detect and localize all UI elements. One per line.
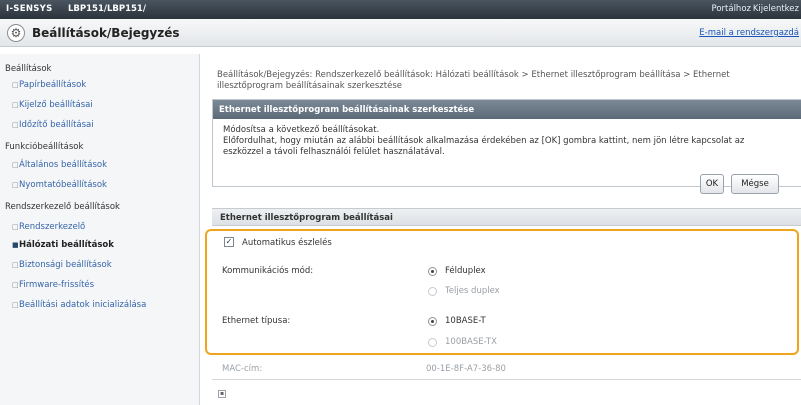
half-duplex-radio[interactable] [428,267,437,276]
logout-link[interactable]: Kijelentkez [753,4,799,14]
10base-t-radio[interactable] [428,317,437,326]
100base-tx-label: 100BASE-TX [445,337,497,347]
sidebar-item-paper[interactable]: □Papírbeállítások [12,80,86,90]
bullet-icon: □ [12,81,19,89]
sidebar-item-label: Hálózati beállítások [19,240,114,250]
comm-mode-label: Kommunikációs mód: [222,266,314,276]
ok-button[interactable]: OK [700,174,724,194]
sidebar-item-label: Papírbeállítások [19,80,87,90]
page-title: Beállítások/Bejegyzés [32,26,180,40]
sidebar-item-security[interactable]: □Biztonsági beállítások [12,260,112,270]
top-bar: I-SENSYS LBP151/LBP151/ Portálhoz Kijele… [0,0,801,19]
auto-detect-label: Automatikus észlelés [242,238,332,248]
sidebar-item-label: Nyomtatóbeállítások [19,180,107,190]
sidebar-item-firmware[interactable]: □Firmware-frissítés [12,280,94,290]
sidebar-item-label: Beállítási adatok inicializálása [19,300,147,310]
full-duplex-label: Teljes duplex [445,286,500,296]
sidebar: Beállítások □Papírbeállítások □Kijelző b… [0,54,200,405]
half-duplex-label: Félduplex [445,266,486,276]
bullet-icon: □ [12,223,19,231]
auto-detect-checkbox[interactable]: ✓ [224,237,234,247]
bullet-active-icon: ■ [12,241,19,249]
instruction-text: Módosítsa a következő beállításokat. [223,125,380,135]
breadcrumb: Beállítások/Bejegyzés: Rendszerkezelő be… [217,70,787,92]
sidebar-item-display[interactable]: □Kijelző beállításai [12,100,93,110]
bullet-icon: □ [12,181,19,189]
full-duplex-radio[interactable] [428,287,437,296]
sidebar-item-printer[interactable]: □Nyomtatóbeállítások [12,180,107,190]
warning-text: eszközzel a távoli felhasználói felület … [223,147,445,157]
eth-type-label: Ethernet típusa: [222,316,291,326]
edit-panel-title: Ethernet illesztőprogram beállításainak … [213,100,801,119]
sidebar-item-label: Kijelző beállításai [19,100,93,110]
sidebar-section-settings: Beállítások [5,64,52,74]
mac-value: 00-1E-8F-A7-36-80 [426,364,506,374]
breadcrumb-line: illesztőprogram beállításainak szerkeszt… [217,81,402,91]
printer-model: LBP151/LBP151/ [68,4,146,14]
sidebar-item-general[interactable]: □Általános beállítások [12,160,107,170]
sidebar-section-admin: Rendszerkezelő beállítások [5,202,120,212]
bullet-icon: □ [12,101,19,109]
10base-t-label: 10BASE-T [445,316,486,326]
sidebar-item-timer[interactable]: □Időzítő beállításai [12,120,94,130]
bullet-icon: □ [12,121,19,129]
cancel-button[interactable]: Mégse [731,174,779,194]
sidebar-item-label: Általános beállítások [19,160,108,170]
bullet-icon: □ [12,161,19,169]
100base-tx-radio[interactable] [428,338,437,347]
brand-logo: I-SENSYS [6,4,53,14]
mac-label: MAC-cím: [222,364,263,374]
page-top-icon[interactable]: ▪ [218,390,226,398]
bullet-icon: □ [12,301,19,309]
sidebar-item-network[interactable]: ■Hálózati beállítások [12,240,114,250]
warning-text: Előfordulhat, hogy miután az alábbi beál… [223,136,745,146]
bullet-icon: □ [12,281,19,289]
sidebar-section-function: Funkcióbeállítások [5,142,84,152]
sidebar-item-label: Rendszerkezelő [19,222,86,232]
sidebar-item-label: Biztonsági beállítások [19,260,112,270]
edit-panel-body: Módosítsa a következő beállításokat. Elő… [213,119,801,164]
sidebar-item-label: Firmware-frissítés [19,280,95,290]
section-header: Ethernet illesztőprogram beállításai [212,208,801,226]
gear-icon: ⚙ [7,24,25,42]
breadcrumb-line: Beállítások/Bejegyzés: Rendszerkezelő be… [217,70,730,80]
mac-address-row [212,358,801,380]
portal-link[interactable]: Portálhoz [712,4,751,14]
bullet-icon: □ [12,261,19,269]
page-title-bar: ⚙ Beállítások/Bejegyzés E-mail a rendsze… [0,19,801,47]
mail-admin-link[interactable]: E-mail a rendszergazdá [699,28,799,38]
sidebar-item-admin[interactable]: □Rendszerkezelő [12,222,85,232]
sidebar-item-label: Időzítő beállításai [19,120,94,130]
sidebar-item-init[interactable]: □Beállítási adatok inicializálása [12,300,146,310]
